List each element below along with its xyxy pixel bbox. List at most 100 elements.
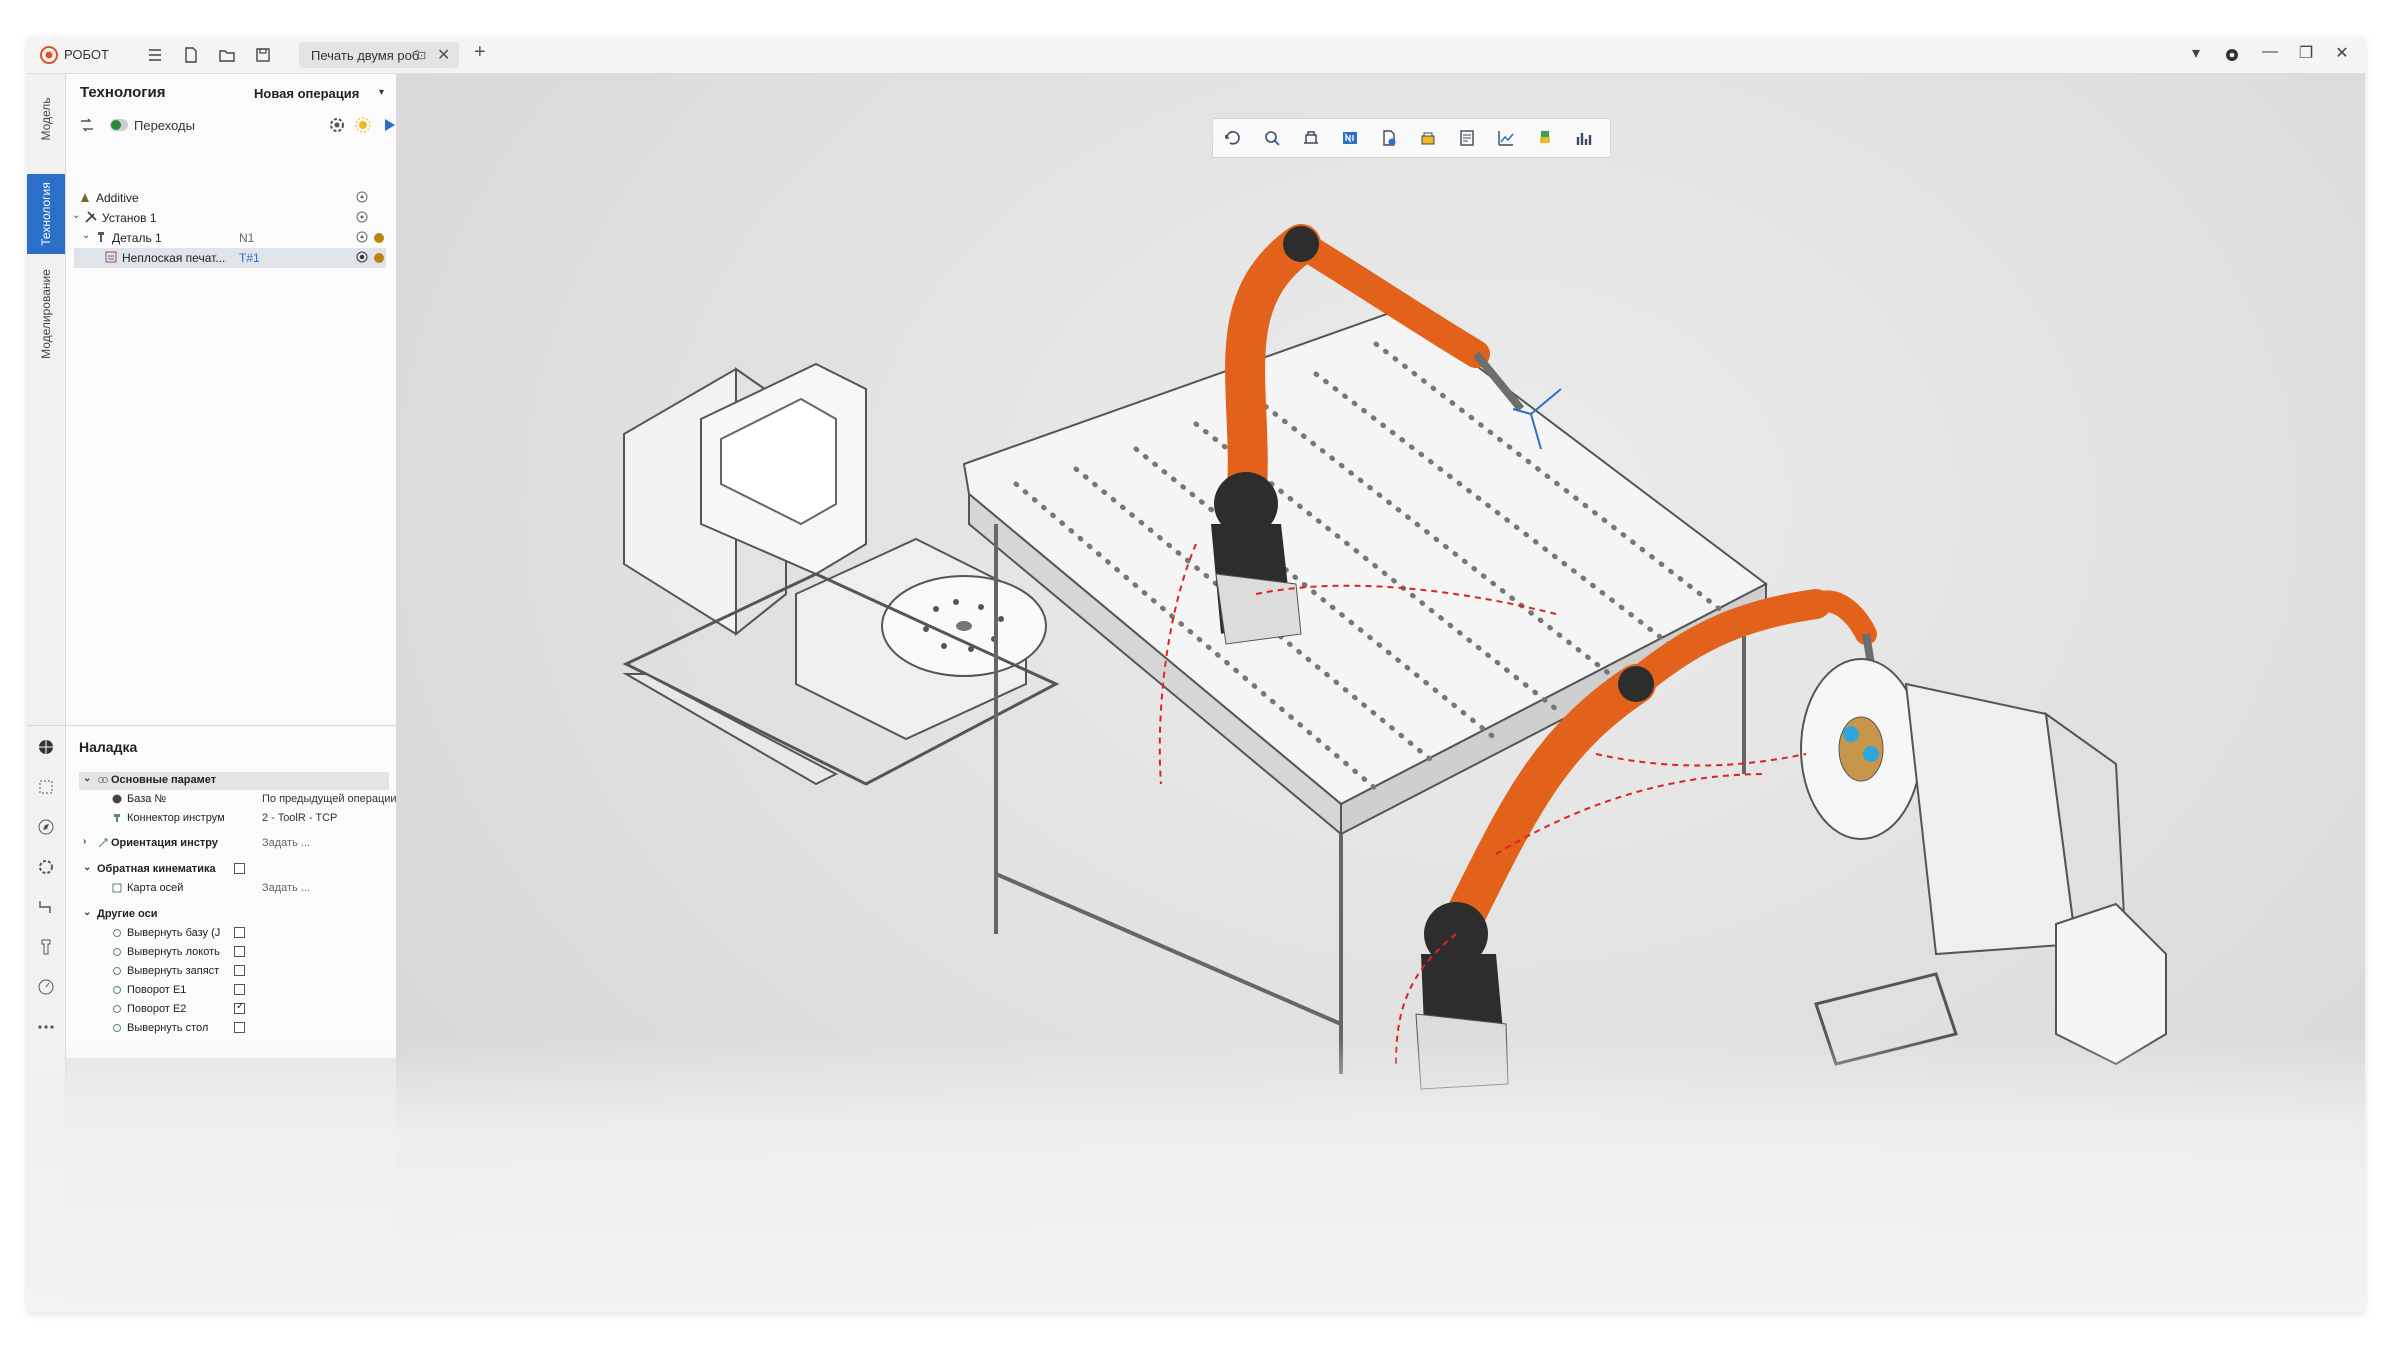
settings-icon[interactable] (37, 858, 55, 876)
part-icon (98, 232, 104, 242)
document-tab[interactable]: Печать двумя роб ⊡ ✕ (299, 42, 459, 68)
transitions-icon[interactable] (78, 116, 96, 134)
rotate-e2-checkbox[interactable] (234, 1001, 245, 1014)
group-tool-orientation[interactable]: › Ориентация инстру Задать ... (79, 835, 389, 853)
machine-icon[interactable] (1301, 128, 1321, 148)
collapse-arrow-icon[interactable]: ⌄ (82, 230, 90, 241)
axis-map-icon (112, 883, 122, 893)
tab-pin-icon[interactable]: ⊡ (417, 49, 426, 62)
property-flip-wrist[interactable]: Вывернуть запяст (79, 963, 389, 981)
rotate-e1-checkbox[interactable] (234, 984, 245, 995)
expand-arrow-icon[interactable]: › (83, 836, 86, 847)
sphere-icon[interactable] (37, 738, 55, 756)
open-folder-icon[interactable] (217, 45, 237, 65)
group-inverse-kinematics[interactable]: ⌄ Обратная кинематика (79, 861, 389, 879)
wrench-icon (85, 211, 97, 223)
gear-icon[interactable] (328, 116, 346, 134)
menu-icon[interactable] (145, 45, 165, 65)
expand-arrow-icon[interactable]: ⌄ (83, 862, 91, 873)
property-rotate-e2[interactable]: Поворот E2 (79, 1001, 389, 1019)
tree-item-operation[interactable]: Неплоская печат... T#1 (74, 248, 386, 268)
positioner-right[interactable] (1800, 658, 2167, 1066)
expand-arrow-icon[interactable]: ⌄ (83, 773, 91, 784)
target-icon[interactable] (355, 190, 369, 204)
select-box-icon[interactable] (37, 778, 55, 796)
tree-item-number: T#1 (239, 251, 260, 265)
inverse-kinematics-checkbox[interactable] (234, 863, 245, 874)
orientation-icon (98, 838, 108, 848)
new-operation-dropdown[interactable]: Новая операция (254, 86, 359, 101)
stats-icon[interactable] (1574, 128, 1594, 148)
property-axis-map[interactable]: Карта осей Задать ... (79, 880, 389, 898)
property-name: Карта осей (127, 882, 184, 894)
tree-item-label: Деталь 1 (112, 231, 162, 245)
tree-item-label: Неплоская печат... (122, 251, 226, 265)
tab-close-icon[interactable]: ✕ (437, 45, 450, 65)
restore-icon[interactable]: ❐ (2295, 43, 2317, 63)
report-icon[interactable] (1457, 128, 1477, 148)
sun-icon[interactable] (354, 116, 372, 134)
target-icon[interactable] (355, 250, 369, 264)
property-base[interactable]: База № По предыдущей операции (79, 791, 397, 809)
tree-item-part[interactable]: ⌄ Деталь 1 N1 (74, 228, 386, 248)
close-window-icon[interactable]: ✕ (2331, 43, 2353, 63)
more-icon[interactable] (37, 1018, 55, 1036)
fixture-icon[interactable] (1418, 128, 1438, 148)
tool-icon[interactable] (37, 938, 55, 956)
collapse-arrow-icon[interactable]: ⌄ (72, 210, 80, 221)
gauge-icon[interactable] (37, 978, 55, 996)
flip-base-checkbox[interactable] (234, 927, 245, 938)
compass-icon[interactable] (37, 818, 55, 836)
link-icon (98, 777, 108, 783)
settings-gear-icon[interactable] (2222, 45, 2242, 65)
expand-arrow-icon[interactable]: ⌄ (83, 907, 91, 918)
target-icon[interactable] (355, 230, 369, 244)
target-icon[interactable] (355, 210, 369, 224)
positioner-left[interactable] (622, 362, 1060, 786)
chevron-down-icon[interactable]: ▾ (2185, 43, 2207, 63)
transitions-toggle[interactable] (110, 119, 128, 131)
flip-elbow-checkbox[interactable] (234, 946, 245, 957)
setup-panel: Наладка ⌄ Основные парамет База № По пре… (27, 725, 397, 1056)
property-value[interactable]: Задать ... (262, 837, 310, 849)
tab-model[interactable]: Модель (27, 84, 65, 154)
property-value[interactable]: 2 - ToolR - TCP (262, 812, 337, 824)
3d-viewport[interactable] (396, 74, 2365, 1312)
property-flip-table[interactable]: Вывернуть стол (79, 1020, 389, 1038)
property-name: Коннектор инструм (127, 812, 225, 824)
panel-title: Технология (80, 84, 166, 101)
nc-icon[interactable] (1340, 128, 1360, 148)
print-operation-icon (105, 251, 117, 263)
minimize-icon[interactable]: — (2259, 43, 2281, 61)
property-name: Ориентация инстру (111, 837, 218, 849)
property-value[interactable]: По предыдущей операции (262, 793, 397, 805)
rotate-view-icon[interactable] (1223, 128, 1243, 148)
property-tool-connector[interactable]: Коннектор инструм 2 - ToolR - TCP (79, 810, 389, 828)
chart-icon[interactable] (1496, 128, 1516, 148)
save-icon[interactable] (253, 45, 273, 65)
property-flip-base[interactable]: Вывернуть базу (J (79, 925, 389, 943)
property-rotate-e1[interactable]: Поворот E1 (79, 982, 389, 1000)
property-flip-elbow[interactable]: Вывернуть локоть (79, 944, 389, 962)
tab-simulation[interactable]: Моделирование (27, 259, 65, 369)
tab-technology-label: Технология (39, 182, 53, 246)
view-toolbar (1212, 118, 1611, 158)
new-file-icon[interactable] (181, 45, 201, 65)
group-other-axes[interactable]: ⌄ Другие оси (79, 906, 389, 924)
add-tab-icon[interactable]: + (474, 41, 486, 64)
tree-item-additive[interactable]: Additive (74, 188, 386, 208)
tab-technology[interactable]: Технология (27, 174, 65, 254)
tool-holder-icon[interactable] (1535, 128, 1555, 148)
check-icon[interactable] (1379, 128, 1399, 148)
flip-wrist-checkbox[interactable] (234, 965, 245, 976)
inspect-icon[interactable] (1262, 128, 1282, 148)
group-main-params[interactable]: ⌄ Основные парамет (79, 772, 389, 790)
path-icon[interactable] (37, 898, 55, 916)
tree-item-setup[interactable]: ⌄ Установ 1 (72, 208, 386, 228)
dropdown-arrow-icon[interactable]: ▾ (379, 87, 384, 98)
app-logo-icon (40, 46, 58, 64)
property-name: Другие оси (97, 908, 158, 920)
property-value[interactable]: Задать ... (262, 882, 310, 894)
flip-table-checkbox[interactable] (234, 1022, 245, 1033)
status-dot (374, 233, 384, 243)
